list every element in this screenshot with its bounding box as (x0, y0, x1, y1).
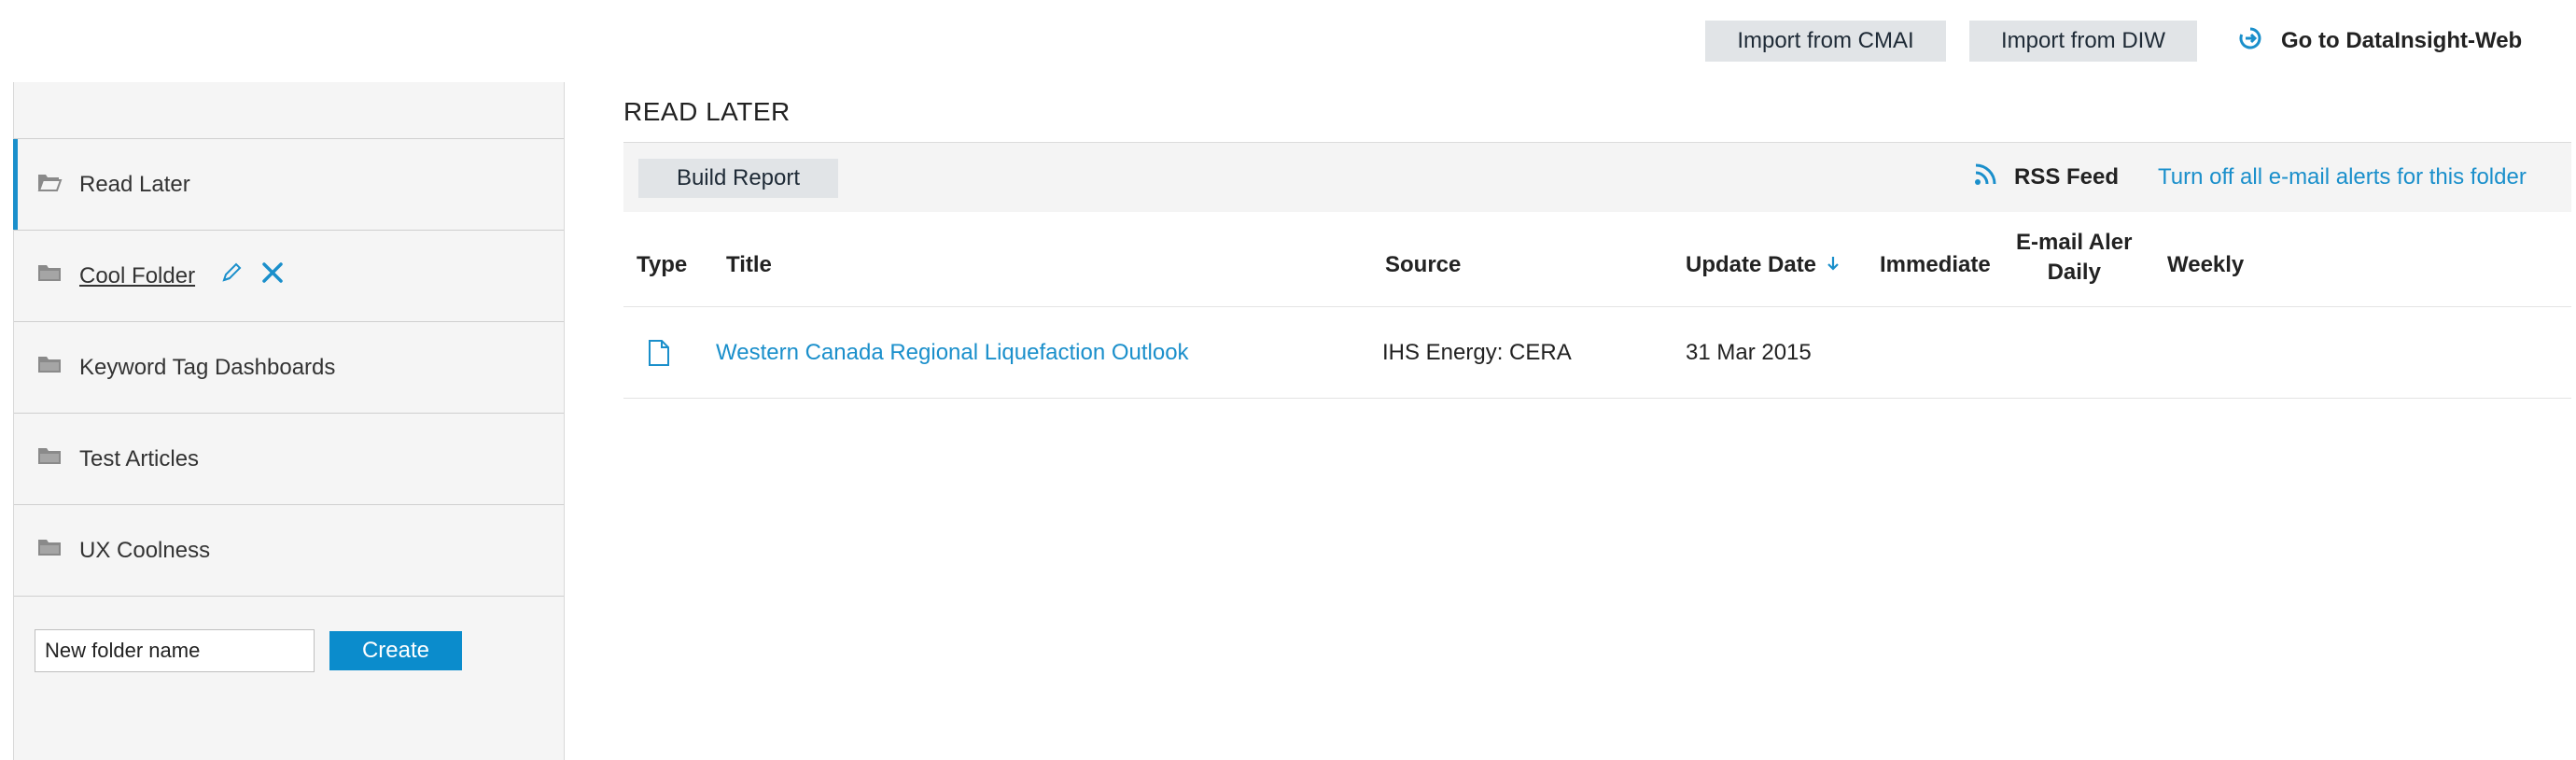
folder-icon (36, 262, 79, 289)
update-date-label: Update Date (1686, 252, 1817, 277)
arrow-down-icon (1826, 252, 1841, 278)
rss-feed-link[interactable]: RSS Feed (1973, 143, 2119, 212)
pencil-icon[interactable] (219, 260, 244, 291)
sidebar-item-cool-folder[interactable]: Cool Folder (14, 231, 564, 322)
goto-datainsight-link[interactable]: Go to DataInsight-Web (2238, 21, 2522, 62)
column-header-immediate[interactable]: Immediate (1880, 252, 1991, 278)
rss-icon (1973, 162, 1997, 193)
table-header: Type Title Source Update Date Immediate … (623, 222, 2571, 307)
import-cmai-button[interactable]: Import from CMAI (1705, 21, 1946, 62)
turn-off-alerts-link[interactable]: Turn off all e-mail alerts for this fold… (2158, 143, 2527, 212)
column-header-daily[interactable]: Daily (2016, 258, 2133, 288)
article-source: IHS Energy: CERA (1382, 340, 1572, 365)
article-title-link[interactable]: Western Canada Regional Liquefaction Out… (716, 307, 1189, 398)
sidebar-item-label: Read Later (79, 171, 190, 197)
column-header-type[interactable]: Type (637, 252, 687, 278)
top-bar: Import from CMAI Import from DIW Go to D… (0, 0, 2576, 82)
articles-table: Type Title Source Update Date Immediate … (623, 222, 2571, 399)
sidebar-header (14, 82, 564, 139)
sidebar-item-read-later[interactable]: Read Later (13, 139, 564, 231)
table-row[interactable]: Western Canada Regional Liquefaction Out… (623, 307, 2571, 399)
email-alert-label: E-mail Aler (2016, 230, 2133, 255)
sidebar-item-keyword-tag-dashboards[interactable]: Keyword Tag Dashboards (14, 322, 564, 414)
close-icon[interactable] (260, 260, 285, 291)
column-header-source[interactable]: Source (1385, 252, 1461, 278)
folder-open-icon (36, 171, 79, 198)
document-icon (648, 307, 670, 398)
folder-sidebar: Read Later Cool Folder Keyword Tag Dashb… (13, 82, 565, 760)
folder-actions (219, 260, 285, 291)
import-diw-button[interactable]: Import from DIW (1969, 21, 2197, 62)
article-update-date: 31 Mar 2015 (1686, 340, 1812, 365)
goto-datainsight-label: Go to DataInsight-Web (2281, 28, 2523, 53)
build-report-button[interactable]: Build Report (638, 159, 838, 198)
create-folder-button[interactable]: Create (329, 631, 462, 670)
new-folder-name-input[interactable] (35, 629, 315, 672)
column-header-update-date[interactable]: Update Date (1686, 252, 1841, 278)
folder-icon (36, 537, 79, 564)
sidebar-item-ux-coolness[interactable]: UX Coolness (14, 505, 564, 597)
folder-icon (36, 354, 79, 381)
sidebar-item-label: UX Coolness (79, 537, 211, 563)
sidebar-item-label: Keyword Tag Dashboards (79, 354, 336, 380)
column-header-weekly[interactable]: Weekly (2167, 252, 2244, 278)
column-header-title[interactable]: Title (726, 252, 772, 278)
rss-feed-label: RSS Feed (2014, 164, 2120, 190)
sidebar-item-test-articles[interactable]: Test Articles (14, 414, 564, 505)
folder-toolbar: Build Report RSS Feed Turn off all e-mai… (623, 142, 2571, 212)
column-header-email-alerts: E-mail Aler Daily (2016, 228, 2133, 288)
new-folder-form: Create (35, 629, 462, 672)
sidebar-item-label: Test Articles (79, 445, 200, 471)
sidebar-item-label[interactable]: Cool Folder (79, 263, 195, 289)
folder-icon (36, 445, 79, 472)
circle-arrow-icon (2238, 26, 2262, 57)
page-title: READ LATER (623, 97, 791, 126)
